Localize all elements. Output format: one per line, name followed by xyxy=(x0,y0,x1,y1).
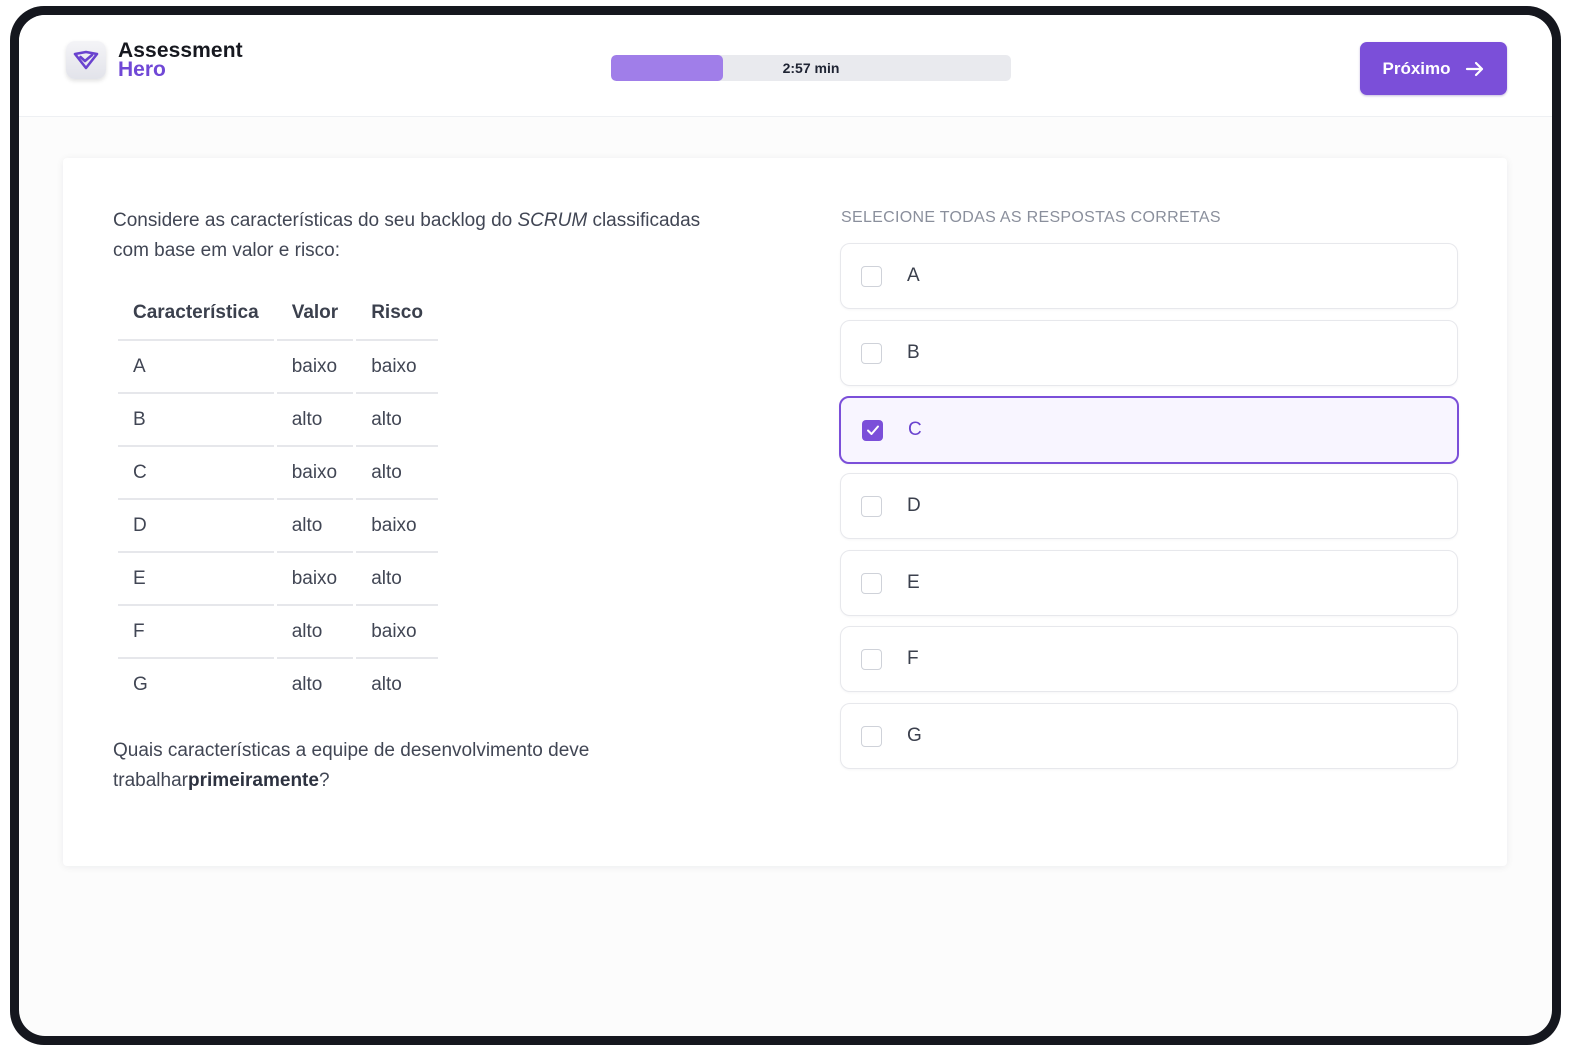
checkbox[interactable] xyxy=(861,725,882,747)
question-intro-emphasis: SCRUM xyxy=(517,210,588,231)
answer-option-b[interactable]: B xyxy=(840,320,1458,386)
answer-option-d[interactable]: D xyxy=(840,473,1458,539)
timer-label: 2:57 min xyxy=(782,60,840,76)
answer-option-label: E xyxy=(907,572,920,593)
table-cell: C xyxy=(118,447,274,500)
table-row: D alto baixo xyxy=(118,500,438,553)
table-cell: baixo xyxy=(276,341,354,394)
next-button[interactable]: Próximo xyxy=(1360,42,1507,95)
checkmark-icon xyxy=(866,425,879,435)
app-logo[interactable]: Assessment Hero xyxy=(66,40,243,81)
table-cell: baixo xyxy=(356,606,438,659)
answer-option-label: F xyxy=(907,648,919,669)
answer-instruction: SELECIONE TODAS AS RESPOSTAS CORRETAS xyxy=(841,209,1221,226)
characteristics-table: Característica Valor Risco A baixo baixo… xyxy=(115,287,441,710)
question-prompt-text-1: Quais características a equipe de desenv… xyxy=(113,740,590,791)
table-cell: baixo xyxy=(356,500,438,553)
table-cell: baixo xyxy=(276,447,354,500)
table-cell: G xyxy=(133,673,148,695)
question-prompt-emphasis: primeiramente xyxy=(188,770,319,791)
table-cell: alto xyxy=(356,553,438,606)
timer-progress-bar: 2:57 min xyxy=(611,55,1011,81)
checkbox[interactable] xyxy=(861,342,882,364)
checkbox[interactable] xyxy=(862,419,883,441)
app-screen: Assessment Hero 2:57 min Próximo Conside… xyxy=(19,15,1552,1036)
question-card: Considere as características do seu back… xyxy=(63,158,1507,866)
question-prompt: Quais características a equipe de desenv… xyxy=(113,736,733,796)
device-frame: Assessment Hero 2:57 min Próximo Conside… xyxy=(10,6,1561,1045)
table-cell: B xyxy=(118,394,274,447)
answer-option-label: C xyxy=(908,419,922,440)
column-header-value: Valor xyxy=(276,287,354,341)
table-cell: alto xyxy=(276,500,354,553)
table-cell: D xyxy=(118,500,274,553)
heart-check-icon xyxy=(73,50,99,70)
logo-wordmark-line2: Hero xyxy=(118,58,166,81)
table-cell: alto xyxy=(371,673,402,695)
answer-option-label: G xyxy=(907,725,922,746)
answer-option-label: A xyxy=(907,265,920,286)
table-row: B alto alto xyxy=(118,394,438,447)
question-prompt-text-2: ? xyxy=(318,770,330,791)
arrow-right-icon xyxy=(1465,60,1485,78)
checkbox[interactable] xyxy=(861,648,882,670)
table-cell: baixo xyxy=(356,341,438,394)
table-cell: A xyxy=(118,341,274,394)
table-row: C baixo alto xyxy=(118,447,438,500)
table-cell: alto xyxy=(356,447,438,500)
column-header-characteristic: Característica xyxy=(118,287,274,341)
checkbox[interactable] xyxy=(861,495,882,517)
checkbox[interactable] xyxy=(861,265,882,287)
table-row: F alto baixo xyxy=(118,606,438,659)
table-cell: alto xyxy=(356,394,438,447)
logo-text: Assessment Hero xyxy=(118,40,243,81)
answer-option-c[interactable]: C xyxy=(839,396,1459,464)
answer-option-g[interactable]: G xyxy=(840,703,1458,769)
table-header-row: Característica Valor Risco xyxy=(118,287,438,341)
table-row: A baixo baixo xyxy=(118,341,438,394)
table-cell: alto xyxy=(291,673,323,695)
next-button-label: Próximo xyxy=(1382,58,1451,78)
table-cell: alto xyxy=(276,606,354,659)
answer-option-label: D xyxy=(907,495,921,516)
table-row: E baixo alto xyxy=(118,553,438,606)
top-bar: Assessment Hero 2:57 min Próximo xyxy=(19,15,1552,117)
answer-option-a[interactable]: A xyxy=(840,243,1458,309)
answer-option-label: B xyxy=(907,342,920,363)
answer-option-e[interactable]: E xyxy=(840,550,1458,616)
table-cell: baixo xyxy=(276,553,354,606)
table-row: G alto alto xyxy=(118,659,438,710)
answer-option-f[interactable]: F xyxy=(840,626,1458,692)
table-cell: alto xyxy=(276,394,354,447)
table-cell: F xyxy=(118,606,274,659)
checkbox[interactable] xyxy=(861,572,882,594)
question-intro: Considere as características do seu back… xyxy=(113,206,733,266)
table-cell: E xyxy=(118,553,274,606)
column-header-risk: Risco xyxy=(356,287,438,341)
question-intro-text-1: Considere as características do seu back… xyxy=(113,210,518,231)
logo-badge xyxy=(66,41,106,79)
